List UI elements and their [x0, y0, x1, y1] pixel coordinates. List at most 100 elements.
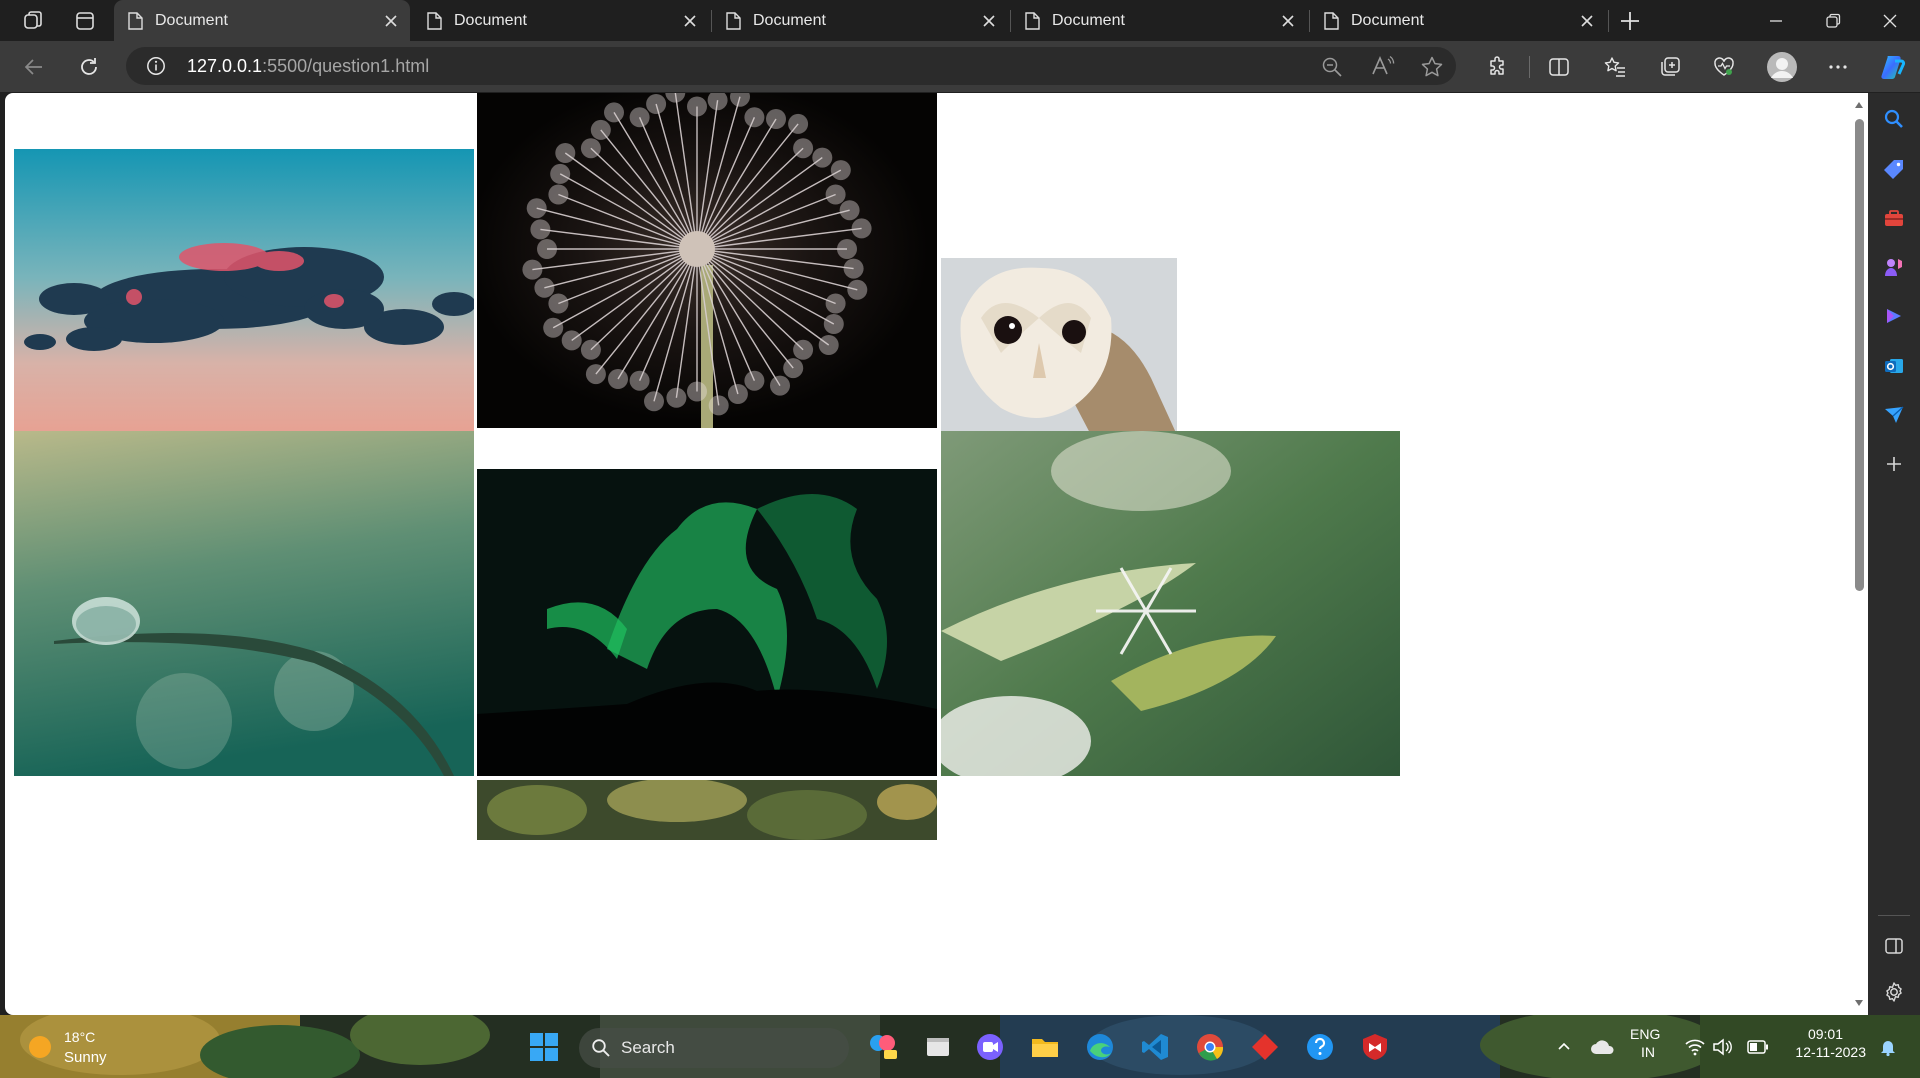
document-icon [1025, 11, 1040, 30]
close-icon[interactable] [1578, 12, 1596, 30]
sidebar-games[interactable] [1876, 249, 1912, 285]
minimize-button[interactable] [1748, 0, 1804, 41]
taskbar-widgets-app[interactable] [865, 1029, 901, 1065]
back-button[interactable] [16, 49, 52, 85]
folder-icon [1032, 1039, 1058, 1057]
sidebar-settings[interactable] [1876, 974, 1912, 1010]
image-owl [941, 258, 1177, 435]
sun-icon [29, 1036, 51, 1058]
add-icon [1887, 457, 1901, 471]
volume-button[interactable] [1704, 1029, 1740, 1065]
tab-actions-icon[interactable] [70, 6, 100, 36]
sidebar-separator [1878, 915, 1910, 916]
restore-button[interactable] [1805, 0, 1861, 41]
scroll-down-icon[interactable] [1854, 999, 1864, 1007]
tab-2[interactable]: Document [413, 0, 709, 41]
toolbox-icon [1885, 210, 1903, 226]
scroll-up-icon[interactable] [1854, 101, 1864, 109]
onedrive-button[interactable] [1585, 1029, 1621, 1065]
vscode-icon [1142, 1034, 1168, 1060]
address-bar[interactable]: 127.0.0.1:5500/question1.html [126, 47, 1456, 85]
sidebar-search[interactable] [1876, 101, 1912, 137]
windows-logo-icon [530, 1033, 558, 1061]
sidebar-shopping[interactable] [1876, 151, 1912, 187]
workspaces-icon[interactable] [18, 6, 48, 36]
bell-icon [1881, 1041, 1895, 1057]
back-arrow-icon [24, 59, 42, 75]
close-icon[interactable] [681, 12, 699, 30]
sidebar-tools[interactable] [1876, 200, 1912, 236]
close-icon[interactable] [1279, 12, 1297, 30]
sidebar-outlook[interactable] [1876, 348, 1912, 384]
taskbar-mcafee[interactable] [1357, 1029, 1393, 1065]
clock-date[interactable]: 12-11-2023 [1780, 1044, 1866, 1060]
taskbar-help[interactable] [1302, 1029, 1338, 1065]
split-screen-icon [1549, 58, 1569, 76]
sidebar-copilot[interactable] [1876, 298, 1912, 334]
read-aloud-icon[interactable] [1371, 55, 1395, 77]
taskbar-search[interactable]: Search [579, 1028, 849, 1068]
image-dandelion [477, 93, 937, 428]
vertical-scrollbar[interactable] [1853, 101, 1865, 1007]
favorite-star-icon[interactable] [1420, 55, 1444, 79]
diamond-app-icon [1252, 1034, 1278, 1060]
favorites-button[interactable] [1597, 49, 1633, 85]
search-placeholder: Search [621, 1038, 675, 1057]
image-aurora [477, 469, 937, 776]
browser-essentials-button[interactable] [1706, 49, 1742, 85]
tab-label: Document [155, 11, 228, 29]
clock-time[interactable]: 09:01 [1793, 1026, 1843, 1042]
taskbar-chrome[interactable] [1192, 1029, 1228, 1065]
close-window-button[interactable] [1862, 0, 1918, 41]
tab-5[interactable]: Document [1310, 0, 1606, 41]
document-icon [128, 11, 143, 30]
weather-widget[interactable] [22, 1029, 58, 1065]
tab-3[interactable]: Document [712, 0, 1008, 41]
close-icon[interactable] [980, 12, 998, 30]
taskbar-file-app[interactable] [920, 1029, 956, 1065]
split-screen-button[interactable] [1541, 49, 1577, 85]
url-text[interactable]: 127.0.0.1:5500/question1.html [187, 56, 429, 77]
weather-condition: Sunny [64, 1049, 107, 1066]
settings-more-button[interactable] [1820, 49, 1856, 85]
copilot-app-icon [1887, 309, 1901, 323]
extensions-puzzle-icon [1490, 56, 1504, 75]
battery-icon [1747, 1040, 1768, 1054]
sidebar-add[interactable] [1876, 446, 1912, 482]
teams-meet-icon [977, 1034, 1003, 1060]
sidebar-hide-button[interactable] [1876, 928, 1912, 964]
profile-button[interactable] [1764, 49, 1800, 85]
tab-1[interactable]: Document [114, 0, 410, 41]
close-icon[interactable] [382, 12, 400, 30]
taskbar-teams[interactable] [972, 1029, 1008, 1065]
games-icon [1885, 259, 1902, 276]
new-tab-icon[interactable] [1617, 8, 1643, 34]
notifications-button[interactable] [1870, 1029, 1906, 1065]
taskbar-edge[interactable] [1082, 1029, 1118, 1065]
copilot-button[interactable] [1875, 49, 1911, 85]
weather-temperature: 18°C [64, 1029, 96, 1045]
collections-button[interactable] [1652, 49, 1688, 85]
page-viewport[interactable] [5, 93, 1868, 1015]
refresh-button[interactable] [71, 49, 107, 85]
tab-4[interactable]: Document [1011, 0, 1307, 41]
battery-button[interactable] [1740, 1029, 1776, 1065]
split-panel-icon [1885, 938, 1903, 954]
zoom-out-icon[interactable] [1321, 56, 1343, 78]
heart-pulse-icon [1714, 57, 1734, 76]
taskbar-file-explorer[interactable] [1027, 1029, 1063, 1065]
cloud-icon [1591, 1040, 1614, 1054]
avatar [1767, 52, 1797, 82]
info-icon[interactable] [146, 56, 166, 76]
start-button[interactable] [526, 1029, 562, 1065]
taskbar-vscode[interactable] [1137, 1029, 1173, 1065]
taskbar-app-red[interactable] [1247, 1029, 1283, 1065]
language-region[interactable]: IN [1641, 1044, 1655, 1060]
language-code[interactable]: ENG [1630, 1026, 1660, 1042]
tray-overflow-button[interactable] [1546, 1029, 1582, 1065]
scroll-thumb[interactable] [1855, 119, 1864, 591]
wifi-icon [1685, 1039, 1705, 1056]
sidebar-drop[interactable] [1876, 397, 1912, 433]
extensions-button[interactable] [1480, 49, 1516, 85]
tab-strip: Document Document Document Document Docu… [0, 0, 1920, 41]
